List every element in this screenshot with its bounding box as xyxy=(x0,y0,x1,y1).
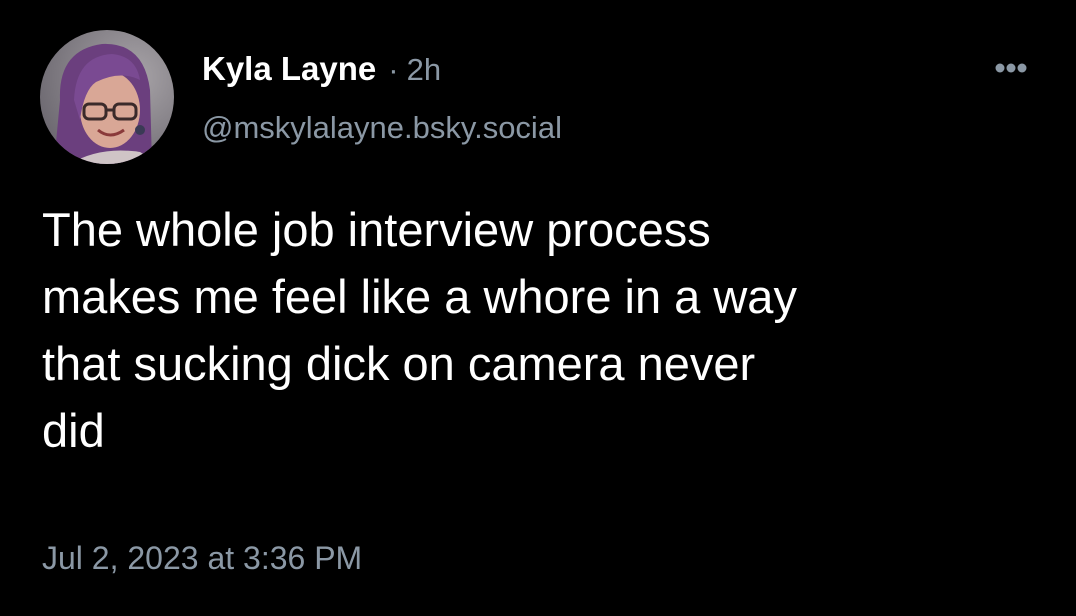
post-relative-time: 2h xyxy=(406,52,442,87)
author-handle[interactable]: @mskylalayne.bsky.social xyxy=(202,110,562,146)
avatar-photo-icon xyxy=(40,30,174,164)
separator-dot: · xyxy=(388,52,399,87)
author-line: Kyla Layne · 2h xyxy=(202,50,441,94)
post-timestamp[interactable]: Jul 2, 2023 at 3:36 PM xyxy=(42,540,362,577)
more-options-button[interactable] xyxy=(986,56,1036,80)
post-card: Kyla Layne · 2h @mskylalayne.bsky.social… xyxy=(0,0,1076,616)
post-text: The whole job interview process makes me… xyxy=(42,203,797,457)
author-avatar[interactable] xyxy=(40,30,174,164)
author-display-name[interactable]: Kyla Layne xyxy=(202,50,376,88)
more-horizontal-icon xyxy=(995,63,1027,73)
